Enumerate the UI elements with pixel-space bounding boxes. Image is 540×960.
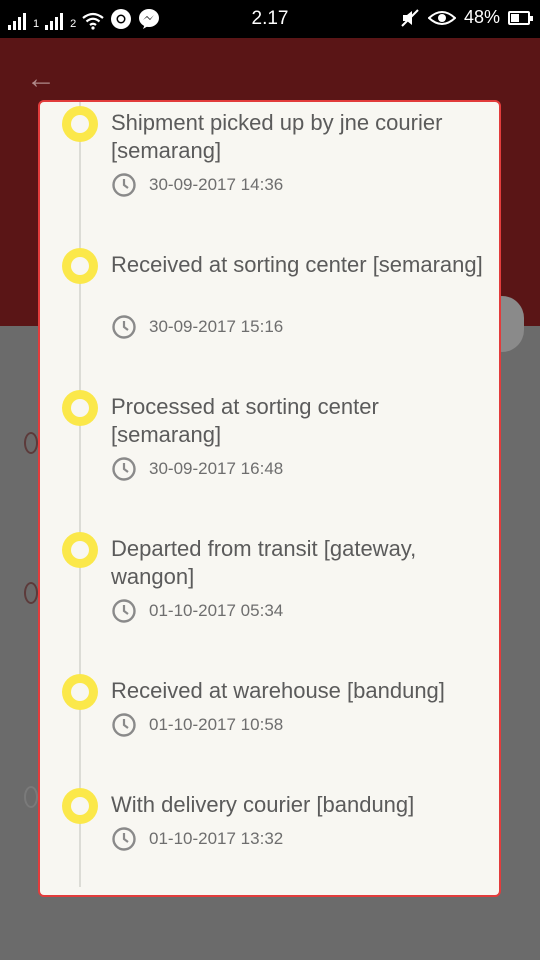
event-title: Shipment picked up by jne courier [semar…: [111, 110, 443, 163]
event-timestamp: 30-09-2017 15:16: [111, 314, 283, 340]
timeline-dot: [62, 532, 98, 568]
event-time: 01-10-2017 05:34: [149, 601, 284, 620]
event-title: Departed from transit [gateway, wangon]: [111, 536, 417, 589]
screen: 1 2 2.17 48% ← Shipment picked up by jne…: [0, 0, 540, 960]
timeline-line: [79, 102, 81, 887]
event-title: Received at warehouse [bandung]: [111, 678, 445, 703]
tracking-history-dialog: Shipment picked up by jne courier [semar…: [38, 100, 501, 897]
clock-icon: [112, 713, 136, 737]
event-title: Processed at sorting center [semarang]: [111, 394, 379, 447]
background-circle-icon: [24, 582, 38, 604]
clock-icon: [112, 827, 136, 851]
battery-percent: 48%: [463, 7, 500, 27]
event-timestamp: 01-10-2017 10:58: [111, 712, 283, 738]
background-location-icon: [24, 432, 38, 454]
status-bar: 1 2 2.17 48%: [0, 0, 540, 38]
event-time: 30-09-2017 16:48: [149, 459, 284, 478]
event-timestamp: 30-09-2017 16:48: [111, 456, 283, 482]
event-time: 01-10-2017 10:58: [149, 715, 284, 734]
timeline-dot: [62, 788, 98, 824]
event-title: With delivery courier [bandung]: [111, 792, 415, 817]
mute-icon: [401, 8, 419, 27]
clock-icon: [112, 315, 136, 339]
status-bar-right: 48%: [400, 7, 533, 28]
event-time: 01-10-2017 13:32: [149, 829, 284, 848]
event-timestamp: 30-09-2017 14:36: [111, 172, 283, 198]
clock-icon: [112, 599, 136, 623]
event-title: Received at sorting center [semarang]: [111, 252, 483, 277]
event-time: 30-09-2017 14:36: [149, 175, 284, 194]
back-arrow-icon[interactable]: ←: [26, 64, 56, 94]
timeline-dot: [62, 248, 98, 284]
background-pin-icon: [24, 786, 38, 808]
clock-icon: [112, 457, 136, 481]
timeline-dot: [62, 390, 98, 426]
eye-icon: [427, 10, 456, 25]
event-timestamp: 01-10-2017 05:34: [111, 598, 283, 624]
timeline-dot: [62, 674, 98, 710]
timeline-dot: [62, 106, 98, 142]
event-timestamp: 01-10-2017 13:32: [111, 826, 283, 852]
clock-icon: [112, 173, 136, 197]
battery-icon: [508, 10, 533, 25]
event-time: 30-09-2017 15:16: [149, 317, 284, 336]
